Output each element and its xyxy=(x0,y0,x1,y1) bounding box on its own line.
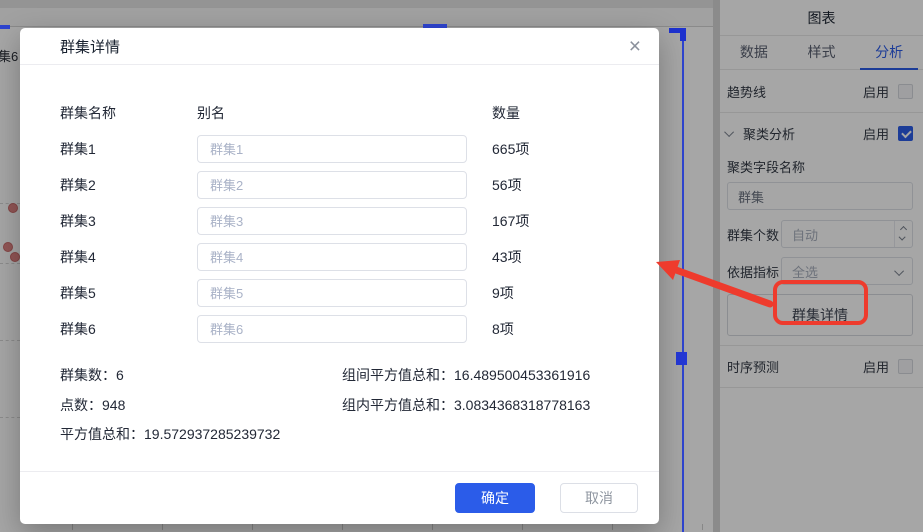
cluster-name: 群集5 xyxy=(60,283,197,303)
selection-border xyxy=(682,30,684,532)
alias-input[interactable] xyxy=(197,279,467,307)
stat-total-ss: 平方值总和：19.572937285239732 xyxy=(60,420,342,450)
cluster-count: 8项 xyxy=(492,319,619,339)
selection-handle[interactable] xyxy=(676,352,687,365)
cluster-count: 9项 xyxy=(492,283,619,303)
cancel-button[interactable]: 取消 xyxy=(560,483,638,513)
modal-title: 群集详情 xyxy=(60,36,120,57)
table-row: 群集4 43项 xyxy=(60,239,619,275)
table-row: 群集2 56项 xyxy=(60,167,619,203)
table-row: 群集6 8项 xyxy=(60,311,619,347)
table-header: 群集名称 别名 数量 xyxy=(60,103,619,125)
column-header-count: 数量 xyxy=(492,103,619,125)
close-icon[interactable]: × xyxy=(629,36,641,57)
cluster-name: 群集1 xyxy=(60,139,197,159)
column-header-name: 群集名称 xyxy=(60,103,197,125)
cluster-details-modal: 群集详情 × 群集名称 别名 数量 群集1 665项 群集2 56项 群集3 1… xyxy=(20,28,659,524)
table-row: 群集1 665项 xyxy=(60,131,619,167)
stat-cluster-count: 群集数：6 xyxy=(60,361,342,391)
table-rows: 群集1 665项 群集2 56项 群集3 167项 群集4 43项 群集5 9项… xyxy=(60,131,619,347)
table-row: 群集5 9项 xyxy=(60,275,619,311)
cluster-name: 群集3 xyxy=(60,211,197,231)
alias-input[interactable] xyxy=(197,135,467,163)
cluster-name: 群集6 xyxy=(60,319,197,339)
selection-corner xyxy=(680,28,686,41)
modal-body: 群集名称 别名 数量 群集1 665项 群集2 56项 群集3 167项 群集4… xyxy=(20,103,659,450)
alias-input[interactable] xyxy=(197,315,467,343)
cluster-count: 56项 xyxy=(492,175,619,195)
modal-header: 群集详情 × xyxy=(20,28,659,65)
stat-point-count: 点数：948 xyxy=(60,391,342,421)
table-row: 群集3 167项 xyxy=(60,203,619,239)
alias-input[interactable] xyxy=(197,207,467,235)
modal-footer: 确定 取消 xyxy=(20,471,659,524)
alias-input[interactable] xyxy=(197,171,467,199)
confirm-button[interactable]: 确定 xyxy=(455,483,535,513)
app-root: 群集6 图表 数据样式分析 趋势线 启用 聚类分析 启用 xyxy=(0,0,923,532)
stat-within-ss: 组内平方值总和：3.0834368318778163 xyxy=(342,391,619,421)
cluster-count: 665项 xyxy=(492,139,619,159)
cluster-count: 167项 xyxy=(492,211,619,231)
cluster-count: 43项 xyxy=(492,247,619,267)
column-header-alias: 别名 xyxy=(197,103,492,125)
stats-block: 群集数：6 组间平方值总和：16.489500453361916 点数：948 … xyxy=(60,361,619,450)
selection-border-dash xyxy=(0,25,10,29)
cluster-name: 群集2 xyxy=(60,175,197,195)
alias-input[interactable] xyxy=(197,243,467,271)
cluster-name: 群集4 xyxy=(60,247,197,267)
stat-between-ss: 组间平方值总和：16.489500453361916 xyxy=(342,361,619,391)
